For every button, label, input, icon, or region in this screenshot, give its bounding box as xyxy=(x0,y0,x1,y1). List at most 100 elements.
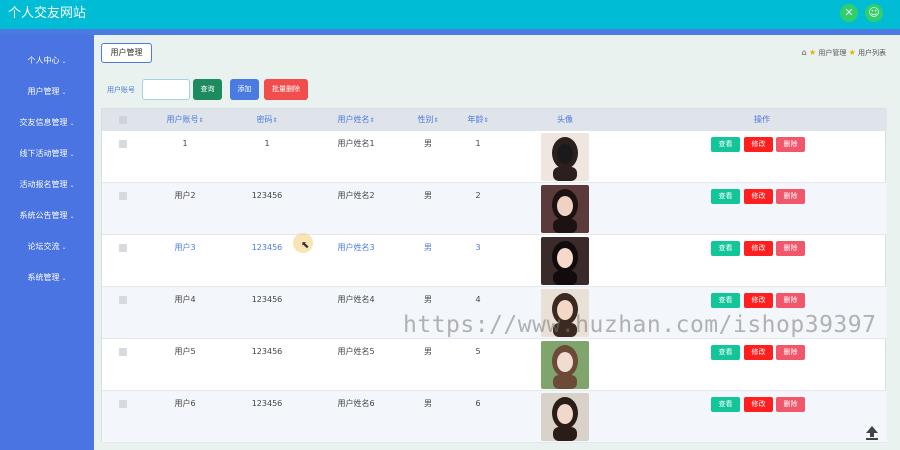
edit-button[interactable]: 修改 xyxy=(744,345,773,360)
col-name[interactable]: 用户姓名⇕ xyxy=(326,109,386,131)
view-button[interactable]: 查看 xyxy=(711,345,740,360)
cell-age: 4 xyxy=(475,295,481,304)
table-row: 1 1 用户姓名1 男 1 查看 修改 删除 xyxy=(102,131,887,183)
col-account[interactable]: 用户账号⇕ xyxy=(155,109,215,131)
sidebar-item-user-management[interactable]: 用户管理 ⌄ xyxy=(0,82,94,102)
sidebar-item-activity-signup[interactable]: 活动报名管理 ⌄ xyxy=(0,175,94,195)
cell-name: 用户姓名5 xyxy=(337,347,375,356)
star-icon: ★ xyxy=(808,48,817,57)
table-row: 用户3 123456 用户姓名3 男 3 查看 修改 删除 xyxy=(102,235,887,287)
search-input[interactable] xyxy=(142,79,190,100)
view-button[interactable]: 查看 xyxy=(711,189,740,204)
delete-button[interactable]: 删除 xyxy=(776,397,805,412)
table-row: 用户5 123456 用户姓名5 男 5 查看 修改 删除 xyxy=(102,339,887,391)
cell-age: 1 xyxy=(475,139,481,148)
cell-name: 用户姓名4 xyxy=(337,295,375,304)
view-button[interactable]: 查看 xyxy=(711,241,740,256)
cell-account: 1 xyxy=(182,139,188,148)
sort-icon: ⇕ xyxy=(369,117,375,124)
delete-button[interactable]: 删除 xyxy=(776,345,805,360)
cell-age: 2 xyxy=(475,191,481,200)
sidebar-item-announcement[interactable]: 系统公告管理 ⌄ xyxy=(0,206,94,226)
sort-icon: ⇕ xyxy=(272,117,278,124)
cell-gender: 男 xyxy=(424,243,432,252)
top-header xyxy=(0,0,900,29)
watermark: https://www.huzhan.com/ishop39397 xyxy=(403,312,877,338)
delete-button[interactable]: 删除 xyxy=(776,189,805,204)
col-avatar: 头像 xyxy=(557,115,573,124)
cell-gender: 男 xyxy=(424,139,432,148)
avatar xyxy=(541,393,589,441)
cell-age: 5 xyxy=(475,347,481,356)
search-label: 用户账号 xyxy=(107,86,135,94)
avatar xyxy=(541,133,589,181)
edit-button[interactable]: 修改 xyxy=(744,189,773,204)
main-content: 用户管理 ⌂ ★ 用户管理 ★ 用户列表 用户账号 查询 添加 批量删除 用户账… xyxy=(96,35,896,450)
delete-button[interactable]: 删除 xyxy=(776,293,805,308)
avatar xyxy=(541,237,589,285)
chevron-down-icon: ⌄ xyxy=(61,244,67,251)
select-all-checkbox[interactable] xyxy=(119,116,127,124)
user-icon[interactable]: ☺ xyxy=(865,4,883,22)
row-checkbox[interactable] xyxy=(119,296,127,304)
cell-gender: 男 xyxy=(424,399,432,408)
chevron-down-icon: ⌄ xyxy=(69,151,75,158)
view-button[interactable]: 查看 xyxy=(711,137,740,152)
view-button[interactable]: 查看 xyxy=(711,397,740,412)
table-row: 用户6 123456 用户姓名6 男 6 查看 修改 删除 xyxy=(102,391,887,443)
cell-gender: 男 xyxy=(424,347,432,356)
delete-button[interactable]: 删除 xyxy=(776,241,805,256)
cell-name: 用户姓名1 xyxy=(337,139,375,148)
breadcrumb: ⌂ ★ 用户管理 ★ 用户列表 xyxy=(802,48,886,58)
chevron-down-icon: ⌄ xyxy=(61,275,67,282)
sidebar-item-forum[interactable]: 论坛交流 ⌄ xyxy=(0,237,94,257)
table-row: 用户2 123456 用户姓名2 男 2 查看 修改 删除 xyxy=(102,183,887,235)
row-checkbox[interactable] xyxy=(119,348,127,356)
edit-button[interactable]: 修改 xyxy=(744,293,773,308)
view-button[interactable]: 查看 xyxy=(711,293,740,308)
app-title: 个人交友网站 xyxy=(8,6,87,21)
cell-name: 用户姓名2 xyxy=(337,191,375,200)
edit-button[interactable]: 修改 xyxy=(744,137,773,152)
table-header: 用户账号⇕ 密码⇕ 用户姓名⇕ 性别⇕ 年龄⇕ 头像 操作 xyxy=(102,109,887,131)
sidebar-item-personal-center[interactable]: 个人中心 ⌄ xyxy=(0,51,94,71)
row-checkbox[interactable] xyxy=(119,400,127,408)
cell-account: 用户2 xyxy=(174,191,196,200)
cell-password: 123456 xyxy=(251,295,283,304)
sidebar-item-system[interactable]: 系统管理 ⌄ xyxy=(0,268,94,288)
sidebar: 个人中心 ⌄ 用户管理 ⌄ 交友信息管理 ⌄ 线下活动管理 ⌄ 活动报名管理 ⌄ 系统公告… xyxy=(0,35,94,450)
query-button[interactable]: 查询 xyxy=(193,79,222,100)
add-button[interactable]: 添加 xyxy=(230,79,259,100)
cell-name: 用户姓名3 xyxy=(337,243,375,252)
col-actions: 操作 xyxy=(754,115,770,124)
chevron-down-icon: ⌄ xyxy=(69,182,75,189)
row-checkbox[interactable] xyxy=(119,140,127,148)
cell-password: 123456 xyxy=(251,347,283,356)
sidebar-item-offline-activity[interactable]: 线下活动管理 ⌄ xyxy=(0,144,94,164)
cell-age: 6 xyxy=(475,399,481,408)
back-to-top-icon[interactable] xyxy=(864,424,880,440)
avatar xyxy=(541,185,589,233)
row-checkbox[interactable] xyxy=(119,244,127,252)
fullscreen-icon[interactable]: ✕ xyxy=(840,4,858,22)
chevron-down-icon: ⌄ xyxy=(69,120,75,127)
cell-account: 用户3 xyxy=(174,243,196,252)
sort-icon: ⇕ xyxy=(198,117,204,124)
cell-account: 用户4 xyxy=(174,295,196,304)
row-checkbox[interactable] xyxy=(119,192,127,200)
cell-name: 用户姓名6 xyxy=(337,399,375,408)
breadcrumb-item[interactable]: 用户管理 xyxy=(818,49,846,57)
sidebar-item-dating-info[interactable]: 交友信息管理 ⌄ xyxy=(0,113,94,133)
delete-button[interactable]: 删除 xyxy=(776,137,805,152)
home-icon[interactable]: ⌂ xyxy=(802,48,807,57)
breadcrumb-item: 用户列表 xyxy=(858,49,886,57)
col-age[interactable]: 年龄⇕ xyxy=(458,109,498,131)
page-tag[interactable]: 用户管理 xyxy=(101,43,152,63)
cell-account: 用户5 xyxy=(174,347,196,356)
col-password[interactable]: 密码⇕ xyxy=(242,109,292,131)
edit-button[interactable]: 修改 xyxy=(744,397,773,412)
batch-delete-button[interactable]: 批量删除 xyxy=(264,79,308,100)
edit-button[interactable]: 修改 xyxy=(744,241,773,256)
col-gender[interactable]: 性别⇕ xyxy=(408,109,448,131)
cell-password: 123456 xyxy=(251,243,283,252)
